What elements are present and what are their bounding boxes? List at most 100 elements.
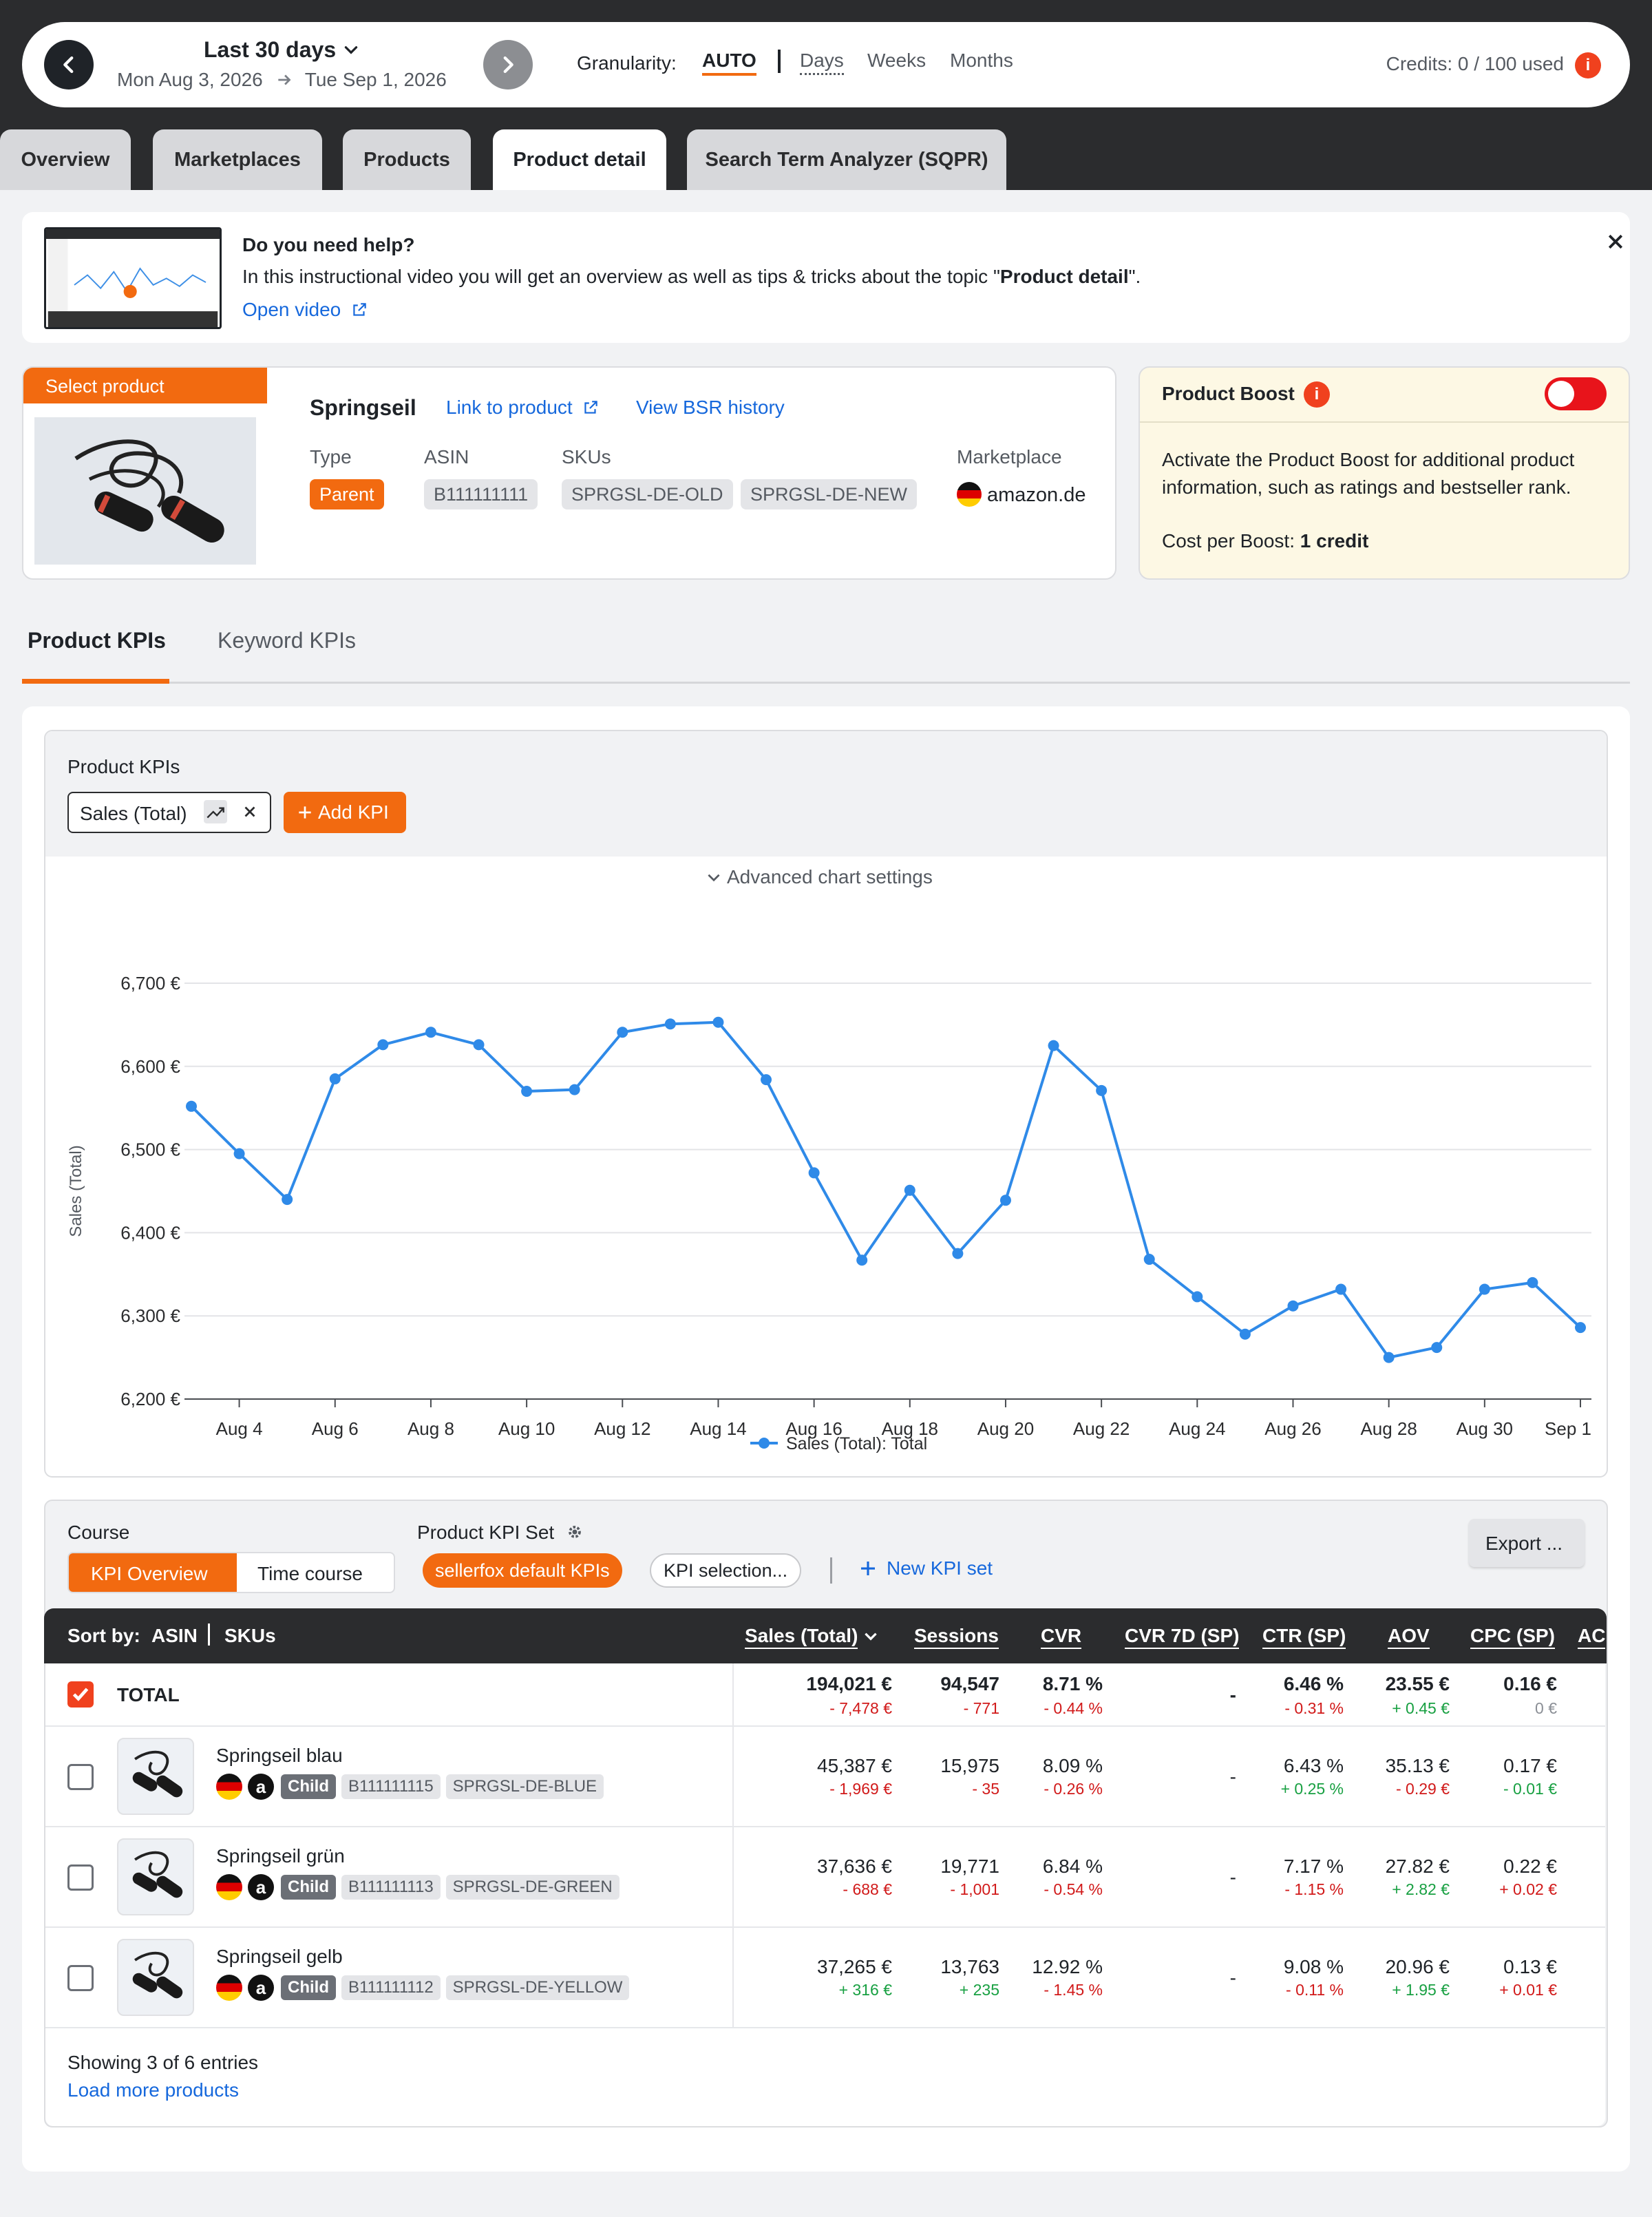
credits-info-icon[interactable]: i xyxy=(1575,52,1601,78)
tab-product-detail[interactable]: Product detail xyxy=(493,129,666,190)
kpi-selection-button[interactable]: KPI selection... xyxy=(650,1553,802,1588)
select-product-button[interactable]: Select product xyxy=(23,368,267,403)
prev-period-button[interactable] xyxy=(44,40,94,90)
cell-delta: - 7,478 € xyxy=(829,1699,892,1717)
boost-toggle[interactable] xyxy=(1545,377,1607,410)
col-cvr-label: CVR xyxy=(1041,1625,1082,1649)
col-ac[interactable]: AC xyxy=(1578,1625,1606,1649)
granularity-days[interactable]: Days xyxy=(800,50,844,75)
cell-delta: - 0.01 € xyxy=(1503,1780,1557,1798)
row-checkbox[interactable] xyxy=(67,1764,94,1790)
sku-badge: SPRGSL-DE-NEW xyxy=(741,479,918,509)
course-kpi-overview[interactable]: KPI Overview xyxy=(69,1553,237,1592)
cell-value: - xyxy=(1229,1684,1236,1705)
row-product-name[interactable]: Springseil gelb xyxy=(216,1946,343,1968)
total-checkbox[interactable] xyxy=(67,1681,94,1708)
table-row: Springseil blau a Child B111111115 SPRGS… xyxy=(45,1727,1605,1827)
next-period-button[interactable] xyxy=(483,40,533,90)
granularity-weeks[interactable]: Weeks xyxy=(867,50,926,72)
help-video-thumbnail[interactable] xyxy=(44,227,222,329)
boost-cost-value: 1 credit xyxy=(1300,530,1369,551)
open-video-label: Open video xyxy=(242,299,341,320)
row-product-name[interactable]: Springseil blau xyxy=(216,1745,343,1767)
y-tick-label: 6,700 € xyxy=(120,973,180,994)
cell-value: 13,763 xyxy=(940,1956,999,1977)
load-more-products-link[interactable]: Load more products xyxy=(67,2079,239,2101)
tab-overview[interactable]: Overview xyxy=(0,129,131,190)
external-link-icon xyxy=(584,401,598,414)
cell-delta: + 0.45 € xyxy=(1392,1699,1450,1717)
cell-value: 12.92 % xyxy=(1032,1956,1103,1977)
cell-delta: - 1.45 % xyxy=(1044,1981,1103,1999)
row-type-badge: Child xyxy=(281,1875,336,1900)
tab-products[interactable]: Products xyxy=(343,129,471,190)
export-button[interactable]: Export ... xyxy=(1469,1519,1585,1567)
sort-by-skus[interactable]: SKUs xyxy=(224,1625,276,1647)
new-kpi-set-button[interactable]: New KPI set xyxy=(858,1557,993,1579)
add-kpi-button[interactable]: Add KPI xyxy=(284,792,406,833)
row-badges: a Child B111111112 SPRGSL-DE-YELLOW xyxy=(216,1975,635,2001)
tab-product-kpis[interactable]: Product KPIs xyxy=(28,628,166,653)
tab-search-term-analyzer[interactable]: Search Term Analyzer (SQPR) xyxy=(687,129,1006,190)
kpi-tab-active-underline xyxy=(22,679,169,684)
cell-value: 0.22 € xyxy=(1503,1856,1557,1877)
row-separator xyxy=(732,1827,734,1926)
cell-value: 35.13 € xyxy=(1385,1755,1450,1776)
gear-icon[interactable] xyxy=(565,1522,584,1542)
skus-label: SKUs xyxy=(562,446,611,467)
granularity-months[interactable]: Months xyxy=(950,50,1013,72)
kpi-set-chip[interactable]: sellerfox default KPIs xyxy=(423,1553,622,1588)
data-point xyxy=(329,1073,341,1084)
legend-swatch-dot xyxy=(759,1438,770,1449)
range-dropdown[interactable]: Last 30 days xyxy=(204,37,360,63)
cell-delta: - 688 € xyxy=(843,1880,892,1898)
row-checkbox[interactable] xyxy=(67,1965,94,1991)
sort-by-asin[interactable]: ASIN xyxy=(151,1625,198,1647)
cell-delta: - 1,001 xyxy=(950,1880,999,1898)
date-range-bar: Last 30 days Mon Aug 3, 2026 Tue Sep 1, … xyxy=(22,22,1630,107)
help-text-topic: Product detail xyxy=(999,266,1129,287)
tab-marketplaces[interactable]: Marketplaces xyxy=(153,129,322,190)
col-sessions-label: Sessions xyxy=(914,1625,999,1649)
kpi-chip-sales[interactable]: Sales (Total) xyxy=(67,792,271,833)
product-name: Springseil xyxy=(310,395,416,420)
course-time-course[interactable]: Time course xyxy=(237,1553,394,1592)
date-to: Tue Sep 1, 2026 xyxy=(304,69,447,90)
col-ctr[interactable]: CTR (SP) xyxy=(1262,1625,1346,1649)
granularity-auto[interactable]: AUTO xyxy=(702,50,756,76)
col-cvr[interactable]: CVR xyxy=(1041,1625,1082,1649)
plus-icon xyxy=(861,1562,875,1575)
col-aov[interactable]: AOV xyxy=(1388,1625,1430,1649)
cell-delta: - 771 xyxy=(963,1699,999,1717)
advanced-chart-settings-toggle[interactable]: Advanced chart settings xyxy=(705,866,933,888)
row-checkbox[interactable] xyxy=(67,1864,94,1891)
tab-keyword-kpis[interactable]: Keyword KPIs xyxy=(218,628,356,653)
line-chart-icon[interactable] xyxy=(204,800,227,823)
cell-value: 94,547 xyxy=(940,1673,999,1694)
boost-divider xyxy=(1140,421,1629,423)
cell-delta: - 0.31 % xyxy=(1284,1699,1344,1717)
help-close-button[interactable] xyxy=(1605,231,1626,257)
asin-badge: B111111111 xyxy=(424,479,538,509)
view-bsr-history-link[interactable]: View BSR history xyxy=(636,397,785,419)
link-to-product[interactable]: Link to product xyxy=(446,397,600,419)
showing-entries: Showing 3 of 6 entries xyxy=(67,2052,259,2073)
cell-delta: + 235 xyxy=(959,1981,999,1999)
amazon-icon: a xyxy=(248,1874,274,1900)
help-title: Do you need help? xyxy=(242,234,415,255)
cell-value: - xyxy=(1229,1867,1236,1888)
cell-value: 6.43 % xyxy=(1283,1755,1344,1776)
col-ac-label: AC xyxy=(1578,1625,1606,1649)
jump-rope-thumbnail xyxy=(132,1951,183,1999)
open-video-link[interactable]: Open video xyxy=(242,299,368,321)
col-sessions[interactable]: Sessions xyxy=(914,1625,999,1649)
remove-kpi-icon[interactable] xyxy=(241,803,259,821)
date-range: Mon Aug 3, 2026 Tue Sep 1, 2026 xyxy=(117,69,447,91)
boost-info-icon[interactable]: i xyxy=(1304,381,1330,408)
col-cvr-7d[interactable]: CVR 7D (SP) xyxy=(1125,1625,1240,1649)
col-cpc[interactable]: CPC (SP) xyxy=(1470,1625,1555,1649)
row-separator xyxy=(732,1663,734,1725)
row-product-name[interactable]: Springseil grün xyxy=(216,1845,345,1867)
chart-panel-title: Product KPIs xyxy=(67,756,180,777)
col-sales-total[interactable]: Sales (Total) xyxy=(745,1625,880,1649)
